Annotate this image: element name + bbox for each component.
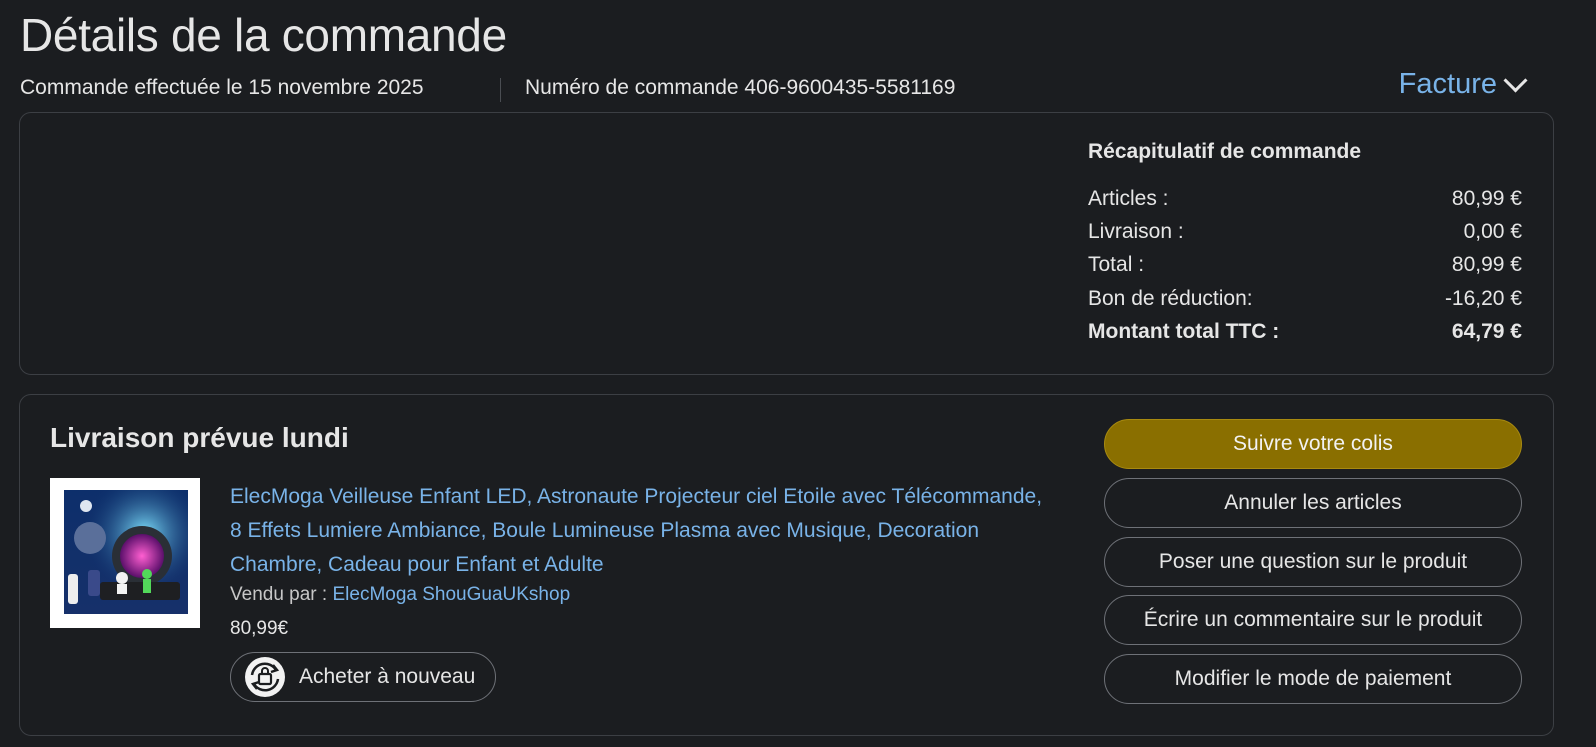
buy-again-icon [245,657,285,697]
page-title: Détails de la commande [20,9,507,61]
invoice-label: Facture [1398,68,1497,100]
product-image[interactable] [50,478,200,628]
buy-again-button[interactable]: Acheter à nouveau [230,652,497,702]
meta-divider [500,78,501,102]
change-payment-button[interactable]: Modifier le mode de paiement [1104,654,1522,704]
cancel-items-button[interactable]: Annuler les articles [1104,478,1522,528]
summary-label: Bon de réduction: [1088,287,1253,310]
product-thumbnail-graphic [64,490,188,614]
item-price: 80,99€ [230,618,289,639]
summary-value: 80,99 € [1451,253,1522,276]
write-review-button[interactable]: Écrire un commentaire sur le produit [1104,595,1522,645]
summary-value: 64,79 € [1451,320,1522,343]
chevron-down-icon [1503,68,1528,93]
summary-label: Livraison : [1088,220,1184,243]
summary-value: 80,99 € [1451,187,1522,210]
summary-label: Articles : [1088,187,1169,210]
summary-title: Récapitulatif de commande [1088,140,1362,163]
delivery-title: Livraison prévue lundi [50,422,349,453]
summary-value: 0,00 € [1463,220,1522,243]
invoice-dropdown[interactable]: Facture [1398,68,1528,101]
summary-row-grand-total: Montant total TTC : 64,79 € [1088,320,1522,344]
track-package-button[interactable]: Suivre votre colis [1104,419,1522,469]
summary-row-articles: Articles : 80,99 € [1088,187,1522,211]
order-number: Numéro de commande 406-9600435-5581169 [525,76,956,99]
summary-label: Total : [1088,253,1145,276]
summary-row-shipping: Livraison : 0,00 € [1088,220,1522,244]
sold-by: Vendu par : ElecMoga ShouGuaUKshop [230,584,570,606]
summary-row-voucher: Bon de réduction: -16,20 € [1088,287,1522,311]
order-date: Commande effectuée le 15 novembre 2025 [20,76,424,99]
summary-value: -16,20 € [1444,287,1522,310]
product-title-link[interactable]: ElecMoga Veilleuse Enfant LED, Astronaut… [230,480,1050,582]
summary-row-total: Total : 80,99 € [1088,253,1522,277]
seller-link[interactable]: ElecMoga ShouGuaUKshop [332,584,570,605]
sold-by-label: Vendu par : [230,584,328,605]
buy-again-label: Acheter à nouveau [299,665,476,688]
summary-label: Montant total TTC : [1088,320,1280,343]
ask-question-button[interactable]: Poser une question sur le produit [1104,537,1522,587]
